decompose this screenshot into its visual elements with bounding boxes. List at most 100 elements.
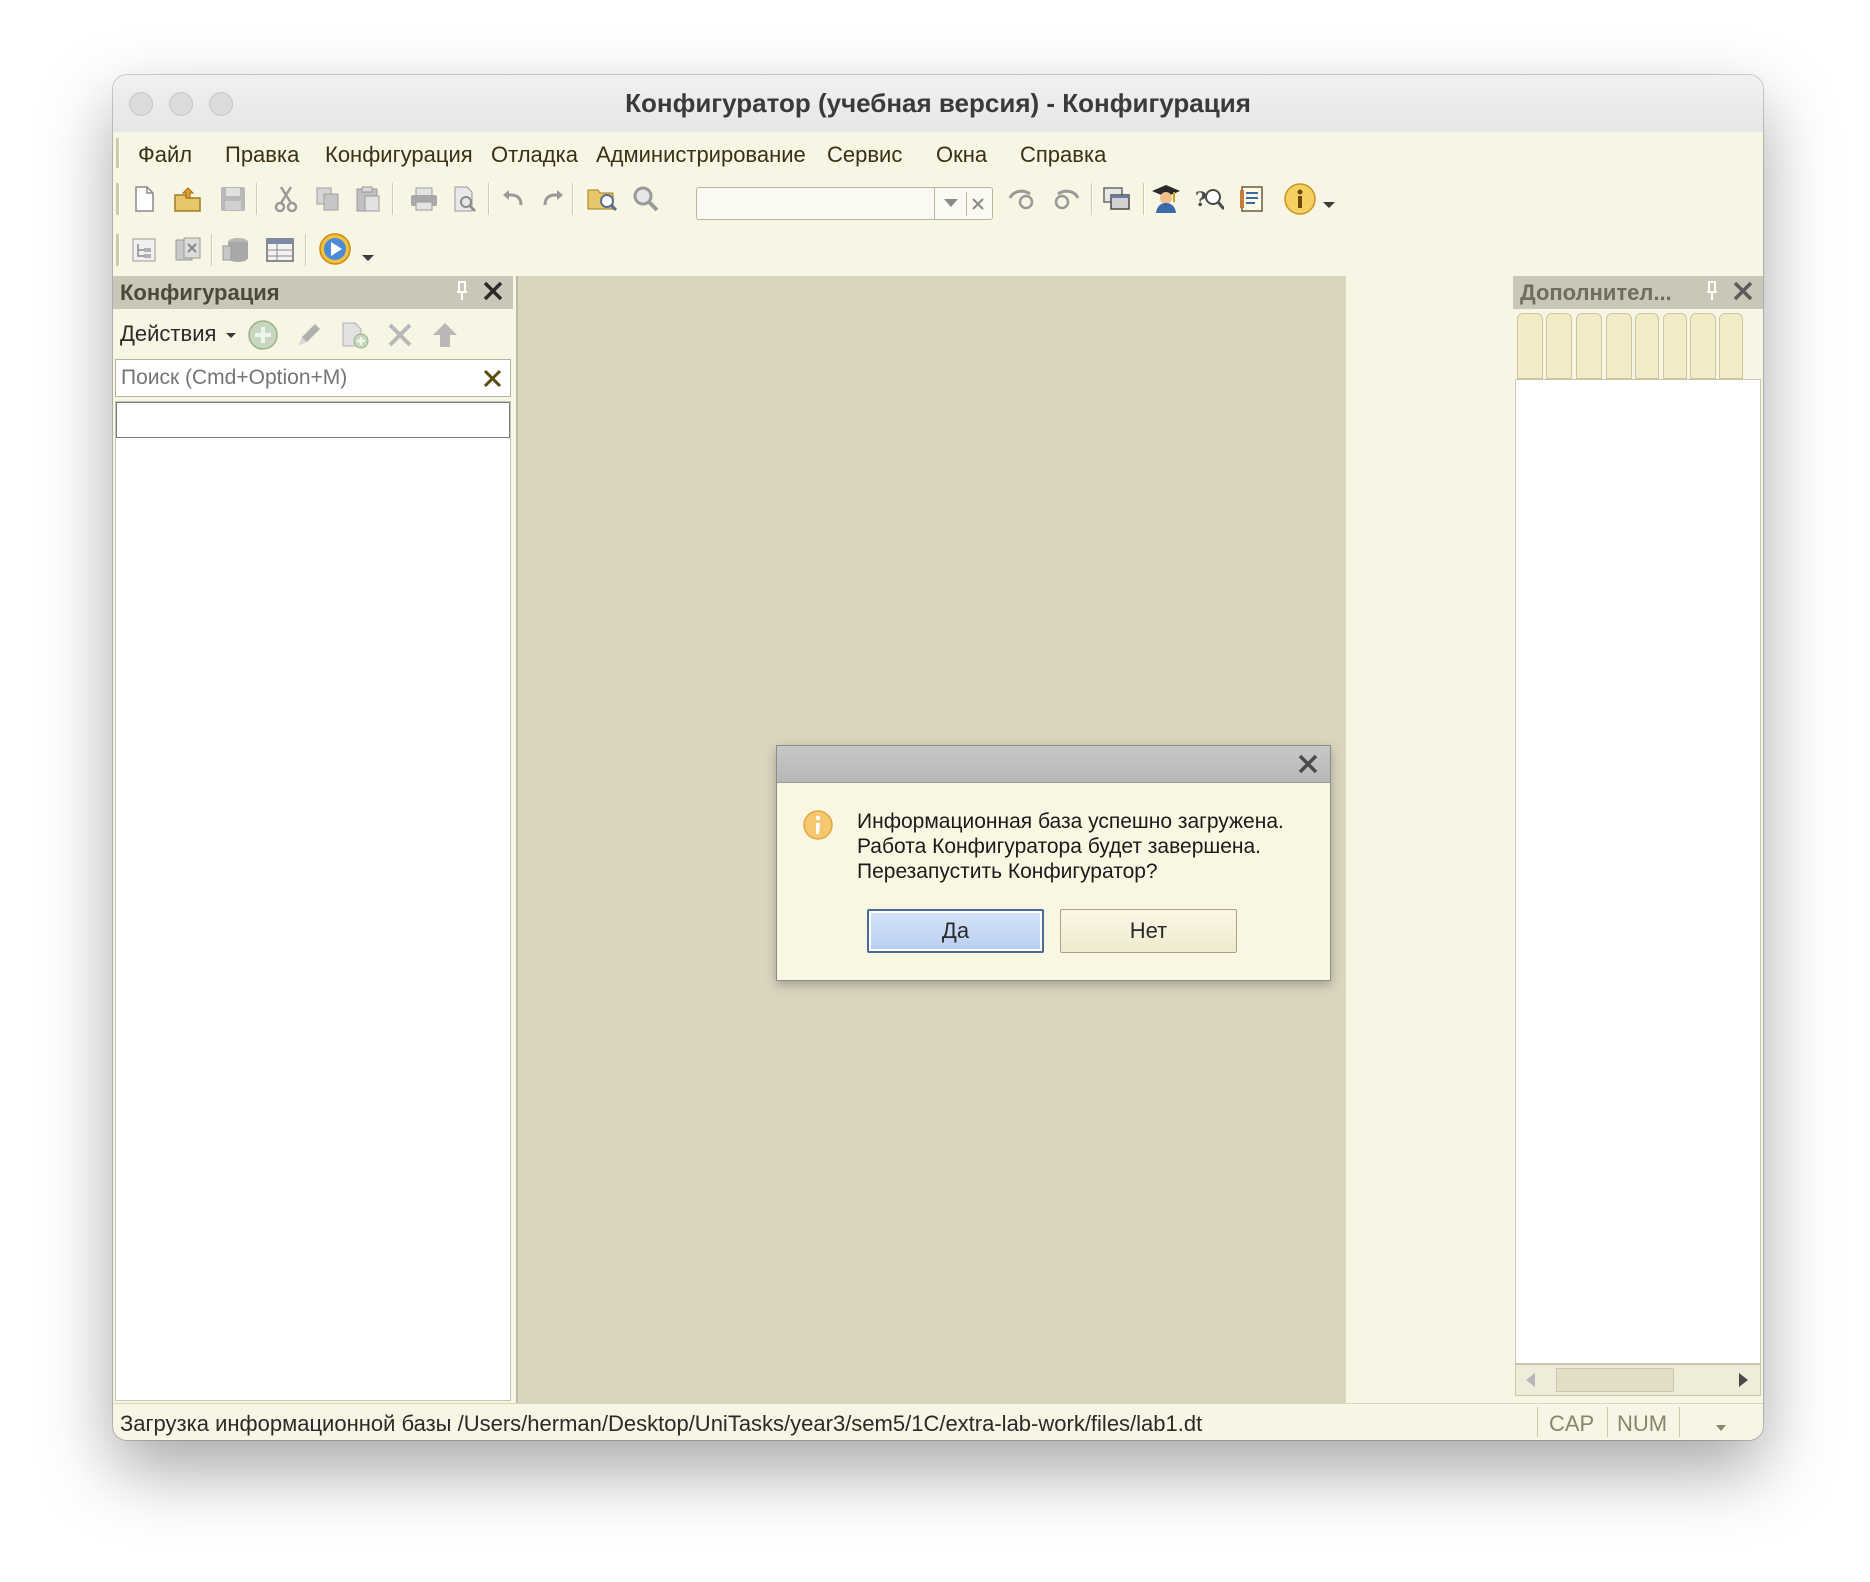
- restart-dialog: Информационная база успешно загружена. Р…: [776, 745, 1331, 981]
- tree-search-field[interactable]: [115, 359, 511, 397]
- move-up-icon[interactable]: [430, 320, 460, 355]
- toolbar-separator: [211, 234, 213, 266]
- add-icon[interactable]: [247, 319, 279, 356]
- palette-tab[interactable]: [1663, 313, 1687, 379]
- pin-icon[interactable]: [1705, 280, 1719, 308]
- windows-icon[interactable]: [1101, 184, 1131, 214]
- actions-menu-label: Действия: [120, 321, 217, 346]
- config-tree-icon[interactable]: [129, 235, 159, 265]
- compare-icon[interactable]: [173, 235, 203, 265]
- tree-search-input[interactable]: [119, 363, 473, 393]
- palette-tab[interactable]: [1606, 313, 1632, 379]
- open-icon[interactable]: [173, 184, 203, 214]
- no-button-label: Нет: [1129, 918, 1168, 943]
- copy-icon[interactable]: [313, 184, 343, 214]
- table-icon[interactable]: [265, 235, 295, 265]
- toolbar-separator: [1091, 183, 1093, 215]
- additional-panel-header: Дополнител...: [1513, 276, 1763, 309]
- delete-icon[interactable]: [387, 322, 413, 353]
- menu-help[interactable]: Справка: [1020, 142, 1106, 168]
- dialog-message-line-3: Перезапустить Конфигуратор?: [857, 860, 1158, 883]
- no-button[interactable]: Нет: [1060, 909, 1237, 953]
- toolbar-separator: [305, 234, 307, 266]
- palette-tab[interactable]: [1719, 313, 1743, 379]
- status-separator: [1537, 1407, 1538, 1437]
- search-back-icon[interactable]: [1006, 184, 1036, 214]
- clear-search-icon[interactable]: [966, 192, 989, 216]
- search-forward-icon[interactable]: [1050, 184, 1080, 214]
- chevron-down-icon[interactable]: [940, 191, 962, 215]
- run-overflow-icon[interactable]: [360, 249, 376, 265]
- palette-tab[interactable]: [1635, 313, 1659, 379]
- toolbar-grip: [116, 234, 120, 266]
- configuration-tree[interactable]: [115, 401, 511, 1401]
- menu-service[interactable]: Сервис: [827, 142, 902, 168]
- pin-icon[interactable]: [455, 280, 469, 308]
- scroll-left-icon[interactable]: [1524, 1372, 1536, 1393]
- print-icon[interactable]: [409, 184, 439, 214]
- toolbar-row-2: [113, 225, 1763, 275]
- svg-text:?: ?: [1195, 187, 1207, 211]
- palette-tab[interactable]: [1517, 313, 1543, 379]
- yes-button-label: Да: [941, 918, 970, 943]
- copy-item-icon[interactable]: [340, 320, 370, 355]
- dialog-close-icon[interactable]: [1297, 753, 1319, 780]
- configurator-window: Конфигуратор (учебная версия) - Конфигур…: [113, 75, 1763, 1440]
- menu-file[interactable]: Файл: [138, 142, 192, 168]
- menu-edit[interactable]: Правка: [225, 142, 299, 168]
- menu-grip: [116, 138, 120, 168]
- horizontal-scrollbar[interactable]: [1515, 1364, 1761, 1396]
- actions-menu-button[interactable]: Действия: [120, 321, 237, 347]
- menu-debug[interactable]: Отладка: [491, 142, 578, 168]
- configuration-panel-title: Конфигурация: [120, 280, 280, 305]
- menu-configuration[interactable]: Конфигурация: [325, 142, 473, 168]
- tree-root-row[interactable]: [116, 402, 510, 438]
- cut-icon[interactable]: [271, 184, 301, 214]
- clear-tree-search-icon[interactable]: [482, 368, 504, 395]
- scroll-right-icon[interactable]: [1738, 1372, 1750, 1393]
- undo-icon[interactable]: [499, 184, 529, 214]
- toolbar-row-1: ?: [113, 174, 1763, 224]
- status-menu-icon[interactable]: [1715, 1419, 1727, 1437]
- yes-button[interactable]: Да: [867, 909, 1044, 953]
- menu-windows[interactable]: Окна: [936, 142, 987, 168]
- toolbar-separator: [488, 183, 490, 215]
- status-message: Загрузка информационной базы /Users/herm…: [120, 1411, 1203, 1436]
- palette-tab[interactable]: [1576, 313, 1602, 379]
- additional-panel-title: Дополнител...: [1520, 280, 1672, 305]
- palette-tab[interactable]: [1546, 313, 1572, 379]
- new-icon[interactable]: [129, 184, 159, 214]
- close-panel-icon[interactable]: [1732, 280, 1754, 308]
- redo-icon[interactable]: [537, 184, 567, 214]
- syntax-helper-icon[interactable]: ?: [1194, 184, 1224, 214]
- toolbar-search-field[interactable]: [696, 187, 993, 220]
- info-icon[interactable]: [1283, 182, 1317, 216]
- find-in-files-icon[interactable]: [587, 184, 617, 214]
- edit-icon[interactable]: [295, 321, 323, 354]
- paste-icon[interactable]: [353, 184, 383, 214]
- toolbar-grip: [116, 183, 120, 215]
- configuration-panel: Конфигурация Действия: [113, 276, 513, 1401]
- assistant-icon[interactable]: [1150, 184, 1180, 214]
- save-icon[interactable]: [218, 184, 248, 214]
- dialog-message-line-2: Работа Конфигуратора будет завершена.: [857, 835, 1262, 858]
- dialog-message-line-1: Информационная база успешно загружена.: [857, 810, 1284, 833]
- print-preview-icon[interactable]: [450, 184, 480, 214]
- scroll-thumb[interactable]: [1556, 1368, 1674, 1392]
- configuration-panel-header: Конфигурация: [113, 276, 513, 309]
- caps-lock-indicator: CAP: [1549, 1411, 1595, 1436]
- window-title: Конфигуратор (учебная версия) - Конфигур…: [625, 88, 1251, 118]
- palette-tab[interactable]: [1690, 313, 1716, 379]
- menu-administration[interactable]: Администрирование: [596, 142, 806, 168]
- close-panel-icon[interactable]: [482, 280, 504, 308]
- palette-content: [1515, 379, 1761, 1364]
- dialog-message: Информационная база успешно загружена. Р…: [857, 809, 1284, 884]
- additional-panel: Дополнител...: [1513, 276, 1763, 1403]
- database-icon[interactable]: [221, 235, 251, 265]
- run-debug-icon[interactable]: [318, 232, 352, 266]
- title-bar: Конфигуратор (учебная версия) - Конфигур…: [113, 75, 1763, 133]
- num-lock-indicator: NUM: [1617, 1411, 1668, 1436]
- search-icon[interactable]: [631, 184, 661, 214]
- toolbar-overflow-icon[interactable]: [1321, 196, 1337, 212]
- help-icon[interactable]: [1237, 184, 1267, 214]
